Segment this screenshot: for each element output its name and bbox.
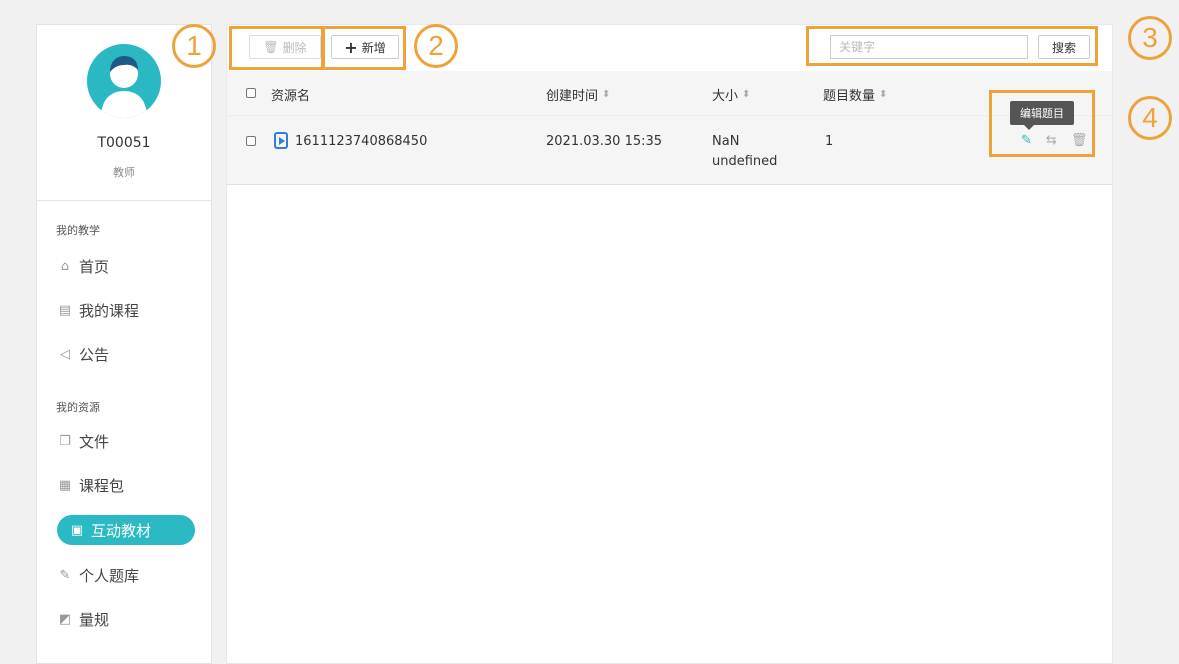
rubric-icon: ◩ xyxy=(58,611,72,627)
sidebar-item-label: 量规 xyxy=(79,610,110,629)
section-title-teaching: 我的教学 xyxy=(56,224,100,237)
question-count: 1 xyxy=(825,134,834,149)
highlight-box-1 xyxy=(229,26,324,70)
course-doc-icon: ▤ xyxy=(58,302,72,318)
sidebar-item-label: 我的课程 xyxy=(79,301,140,320)
user-silhouette-icon xyxy=(101,56,147,118)
sidebar-item-label: 互动教材 xyxy=(91,521,152,540)
sidebar-item-label: 首页 xyxy=(79,257,110,276)
sidebar-item-announcements[interactable]: ◁ 公告 xyxy=(57,339,195,369)
sidebar-item-label: 个人题库 xyxy=(79,566,140,585)
sort-icon[interactable]: ⬍ xyxy=(742,89,750,100)
sort-icon[interactable]: ⬍ xyxy=(602,89,610,100)
video-file-icon xyxy=(274,132,288,149)
sidebar-item-home[interactable]: ⌂ 首页 xyxy=(57,251,195,281)
column-header-count[interactable]: 题目数量 ⬍ xyxy=(823,85,887,104)
sidebar-item-label: 公告 xyxy=(79,345,110,364)
highlight-box-2 xyxy=(322,26,406,70)
annotation-number-3: 3 xyxy=(1128,16,1172,60)
row-checkbox[interactable] xyxy=(246,136,256,146)
column-label: 创建时间 xyxy=(546,89,599,104)
sidebar-item-question-bank[interactable]: ✎ 个人题库 xyxy=(57,560,195,590)
megaphone-icon: ◁ xyxy=(60,346,70,362)
select-all-checkbox[interactable] xyxy=(246,88,256,98)
table-header: 资源名 创建时间 ⬍ 大小 ⬍ 题目数量 ⬍ xyxy=(227,71,1112,115)
column-header-created[interactable]: 创建时间 ⬍ xyxy=(546,85,610,104)
avatar xyxy=(87,44,161,118)
annotation-number-4: 4 xyxy=(1128,96,1172,140)
sidebar: T00051 教师 我的教学 ⌂ 首页 ▤ 我的课程 ◁ 公告 我的资源 ❐ 文… xyxy=(36,24,212,664)
sidebar-item-label: 课程包 xyxy=(79,476,125,495)
column-label: 资源名 xyxy=(271,89,311,104)
resource-name[interactable]: 1611123740868450 xyxy=(295,134,427,149)
home-icon: ⌂ xyxy=(60,258,70,274)
column-label: 题目数量 xyxy=(823,89,876,104)
user-name: T00051 xyxy=(97,135,151,151)
annotation-number-2: 2 xyxy=(414,24,458,68)
sort-icon[interactable]: ⬍ xyxy=(879,89,887,100)
package-grid-icon: ▦ xyxy=(58,477,72,493)
sidebar-item-my-courses[interactable]: ▤ 我的课程 xyxy=(57,295,195,325)
sidebar-item-label: 文件 xyxy=(79,432,110,451)
table-row[interactable]: 1611123740868450 2021.03.30 15:35 NaN un… xyxy=(227,115,1112,185)
sidebar-item-course-packages[interactable]: ▦ 课程包 xyxy=(57,470,195,500)
main-panel: 🗑 删除 + 新增 搜索 资源名 创建时间 ⬍ 大小 ⬍ 题目数量 ⬍ 1611… xyxy=(226,24,1113,664)
column-header-size[interactable]: 大小 ⬍ xyxy=(712,85,750,104)
highlight-box-4 xyxy=(989,90,1095,157)
section-title-resources: 我的资源 xyxy=(56,401,100,414)
interactive-book-icon: ▣ xyxy=(70,522,84,538)
sidebar-item-rubrics[interactable]: ◩ 量规 xyxy=(57,604,195,634)
highlight-box-3 xyxy=(806,26,1098,66)
sidebar-item-files[interactable]: ❐ 文件 xyxy=(57,426,195,456)
sidebar-item-interactive-textbooks[interactable]: ▣ 互动教材 xyxy=(57,515,195,545)
user-role: 教师 xyxy=(113,166,135,179)
annotation-number-1: 1 xyxy=(172,24,216,68)
column-label: 大小 xyxy=(712,89,739,104)
question-bank-icon: ✎ xyxy=(59,567,71,583)
file-copy-icon: ❐ xyxy=(59,433,71,449)
created-time: 2021.03.30 15:35 xyxy=(546,134,663,149)
size-unit: undefined xyxy=(712,154,778,169)
sidebar-divider xyxy=(37,200,211,201)
column-header-name: 资源名 xyxy=(271,85,310,104)
size-value: NaN xyxy=(712,134,740,149)
